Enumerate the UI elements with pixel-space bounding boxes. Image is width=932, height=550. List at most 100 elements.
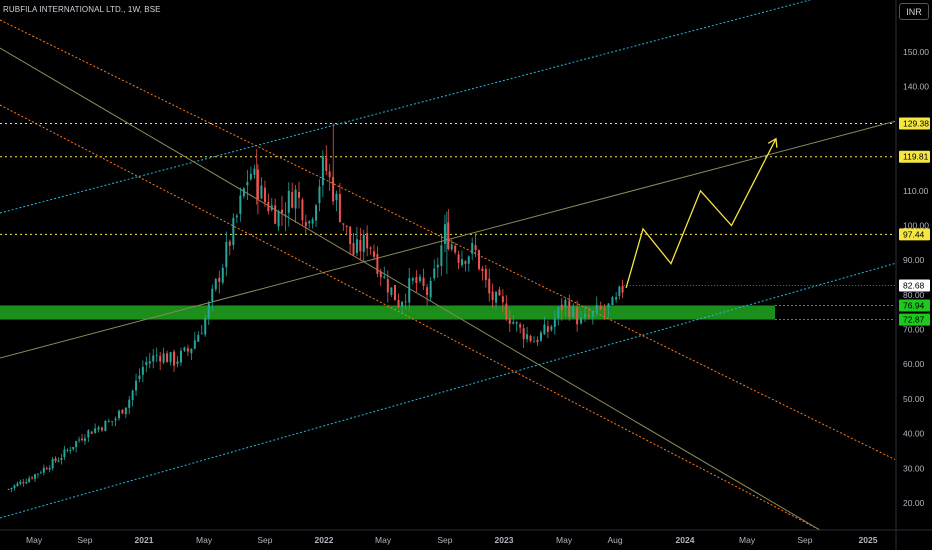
candle-body <box>460 259 463 266</box>
candle-body <box>376 254 379 274</box>
price-label: 129.38 <box>903 119 929 129</box>
candle-body <box>277 210 280 227</box>
candle-body <box>433 268 436 279</box>
candle-body <box>298 191 301 198</box>
candle-body <box>393 284 396 301</box>
candle-body <box>352 243 355 255</box>
candle-body <box>179 350 182 363</box>
candle-body <box>318 186 321 204</box>
candle-body <box>111 421 114 422</box>
candle-body <box>135 380 138 391</box>
candle-body <box>253 168 256 175</box>
candle-body <box>519 324 522 328</box>
candle-body <box>69 450 72 451</box>
candle-body <box>522 328 525 340</box>
candle-body <box>304 221 307 227</box>
price-label: 119.81 <box>903 152 929 162</box>
candle-body <box>190 348 193 354</box>
candle-body <box>25 482 28 484</box>
candle-body <box>183 347 186 351</box>
candle-body <box>169 352 172 363</box>
candle-body <box>39 472 42 474</box>
candle-body <box>263 187 266 203</box>
candle-body <box>557 306 560 318</box>
candle-body <box>404 301 407 303</box>
candle-body <box>90 431 93 434</box>
candle-body <box>429 280 432 298</box>
candle-body <box>401 301 404 308</box>
chart-canvas[interactable]: 20.0030.0040.0050.0060.0070.0080.0090.00… <box>0 0 932 550</box>
candle-body <box>315 205 318 221</box>
x-tick-label: Sep <box>797 535 812 545</box>
candle-body <box>267 202 270 212</box>
candle-body <box>383 276 386 278</box>
candle-body <box>207 303 210 319</box>
candle-body <box>246 181 249 186</box>
candle-body <box>249 173 252 180</box>
candle-body <box>131 390 134 400</box>
currency-button[interactable]: INR <box>899 3 929 20</box>
candle-body <box>72 446 75 450</box>
candle-body <box>104 420 107 432</box>
candle-body <box>342 223 345 225</box>
price-label: 82.68 <box>903 281 925 291</box>
falling-channel-upper-line <box>0 19 895 461</box>
candle-body <box>186 348 189 352</box>
candle-body <box>176 361 179 365</box>
candle-body <box>543 324 546 335</box>
candle-body <box>595 305 598 313</box>
y-tick-label: 40.00 <box>903 429 925 439</box>
y-tick-label: 30.00 <box>903 463 925 473</box>
candle-body <box>512 322 515 324</box>
x-tick-label: Sep <box>437 535 452 545</box>
candle-body <box>51 458 54 469</box>
candle-body <box>536 339 539 343</box>
candle-body <box>426 287 429 295</box>
y-tick-label: 50.00 <box>903 394 925 404</box>
candle-body <box>232 217 235 246</box>
candle-body <box>501 296 504 303</box>
candle-body <box>308 221 311 224</box>
x-tick-label: May <box>196 535 213 545</box>
candle-body <box>221 267 224 283</box>
candle-body <box>397 299 400 308</box>
candle-body <box>379 271 382 278</box>
candle-body <box>148 361 151 364</box>
x-tick-label: 2024 <box>676 535 695 545</box>
candle-body <box>124 407 127 415</box>
candle-body <box>45 468 48 470</box>
candle-body <box>114 418 117 421</box>
candle-body <box>474 244 477 251</box>
candle-body <box>141 366 144 375</box>
candle-body <box>107 421 110 423</box>
candle-body <box>553 318 556 327</box>
candle-body <box>440 245 443 266</box>
x-tick-label: May <box>375 535 392 545</box>
candle-body <box>291 192 294 208</box>
candle-body <box>75 441 78 448</box>
price-label: 76.94 <box>903 300 925 310</box>
candle-body <box>280 209 283 214</box>
candle-body <box>36 473 39 475</box>
x-tick-label: May <box>26 535 43 545</box>
candle-body <box>599 306 602 309</box>
candle-body <box>321 156 324 186</box>
y-tick-label: 150.00 <box>903 47 929 57</box>
price-label: 72.87 <box>903 315 925 325</box>
candle-body <box>408 278 411 303</box>
candle-body <box>335 193 338 201</box>
candle-body <box>13 485 16 489</box>
candle-body <box>274 205 277 224</box>
rising-midline <box>0 120 895 359</box>
candle-body <box>587 315 590 317</box>
candle-body <box>16 483 19 487</box>
candle-body <box>173 351 176 366</box>
y-tick-label: 110.00 <box>903 186 929 196</box>
candle-body <box>338 193 341 222</box>
candle-body <box>162 353 165 363</box>
candle-body <box>138 375 141 380</box>
candle-body <box>471 242 474 254</box>
x-tick-label: 2021 <box>135 535 154 545</box>
candle-body <box>488 278 491 294</box>
candle-body <box>42 467 45 473</box>
